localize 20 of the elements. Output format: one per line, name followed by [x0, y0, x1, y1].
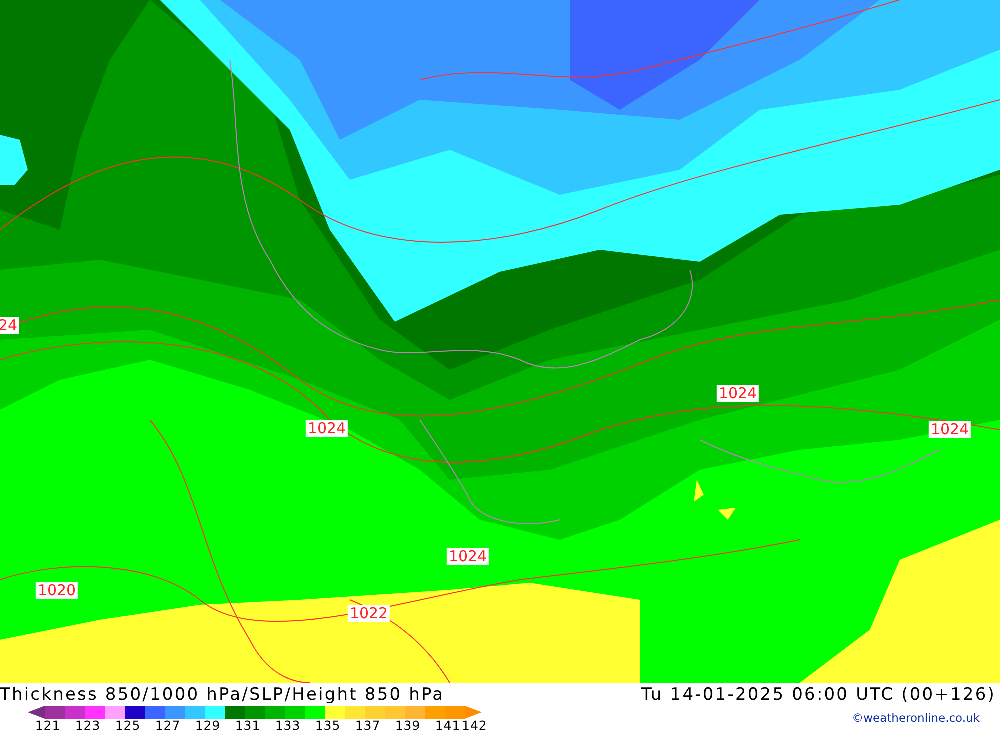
legend-label: 133 [274, 719, 302, 733]
legend-label: 125 [114, 719, 142, 733]
isobar-label: 1022 [348, 606, 390, 622]
isobar-label: 1024 [306, 420, 348, 438]
legend-label: 139 [394, 719, 422, 733]
isobar-label: 1024 [446, 548, 490, 566]
valid-time: Tu 14-01-2025 06:00 UTC (00+126) [642, 684, 996, 704]
legend-label: 137 [354, 719, 382, 733]
legend-label: 142 [462, 719, 488, 733]
legend-label: 135 [314, 719, 342, 733]
isobar-label: 1024 [928, 422, 972, 438]
isobar-label: 1020 [36, 582, 78, 600]
isobar-label: 1024 [716, 386, 760, 402]
chart-title: Thickness 850/1000 hPa/SLP/Height 850 hPa [0, 684, 445, 704]
legend-label: 127 [154, 719, 182, 733]
copyright-text: ©weatheronline.co.uk [852, 711, 980, 725]
legend-label: 129 [194, 719, 222, 733]
legend-label: 131 [234, 719, 262, 733]
legend-label: 121 [34, 719, 62, 733]
legend-label: 123 [74, 719, 102, 733]
